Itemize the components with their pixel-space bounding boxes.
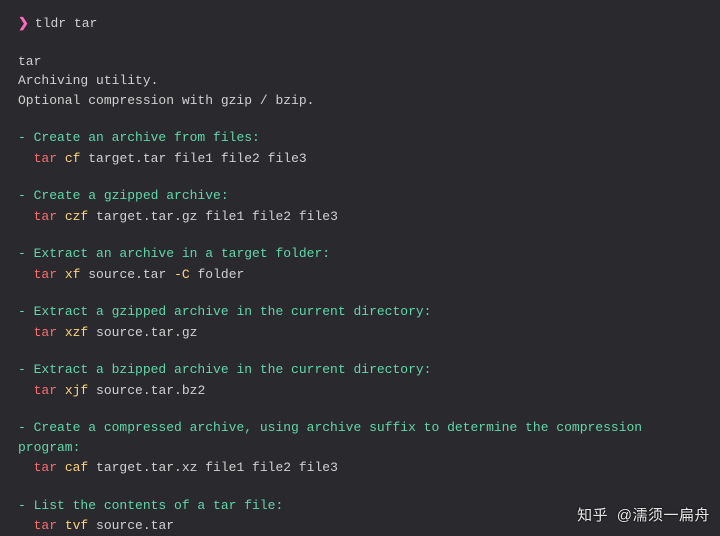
entry-example: tar xf source.tar -C folder (18, 265, 702, 285)
tldr-entry: - Create a gzipped archive:tar czf targe… (18, 186, 702, 226)
example-flag: xf (65, 267, 81, 282)
example-flag: -C (174, 267, 190, 282)
entry-example: tar cf target.tar file1 file2 file3 (18, 149, 702, 169)
example-flag: tvf (65, 518, 88, 533)
example-args: folder (197, 267, 244, 282)
tldr-entry: - Extract an archive in a target folder:… (18, 244, 702, 284)
entry-example: tar xjf source.tar.bz2 (18, 381, 702, 401)
command-name: tar (18, 52, 702, 72)
example-command: tar (34, 325, 57, 340)
tldr-entry: - Create a compressed archive, using arc… (18, 418, 702, 478)
example-args: source.tar.gz (96, 325, 197, 340)
entry-example: tar czf target.tar.gz file1 file2 file3 (18, 207, 702, 227)
watermark: 知乎 @濡须一扁舟 (577, 505, 710, 528)
example-flag: caf (65, 460, 88, 475)
example-command: tar (34, 383, 57, 398)
prompt-symbol: ❯ (18, 16, 29, 31)
example-flag: xjf (65, 383, 88, 398)
tldr-entry: - Create an archive from files:tar cf ta… (18, 128, 702, 168)
example-command: tar (34, 518, 57, 533)
example-args: target.tar file1 file2 file3 (88, 151, 306, 166)
example-flag: xzf (65, 325, 88, 340)
example-command: tar (34, 267, 57, 282)
entry-description: - Extract a bzipped archive in the curre… (18, 360, 702, 380)
example-command: tar (34, 460, 57, 475)
entry-example: tar xzf source.tar.gz (18, 323, 702, 343)
example-command: tar (34, 209, 57, 224)
command-summary-2: Optional compression with gzip / bzip. (18, 91, 702, 111)
example-args: source.tar (88, 267, 166, 282)
example-args: source.tar.bz2 (96, 383, 205, 398)
example-args: source.tar (96, 518, 174, 533)
entry-description: - Create an archive from files: (18, 128, 702, 148)
entry-description: - Create a compressed archive, using arc… (18, 418, 702, 457)
tldr-entry: - Extract a bzipped archive in the curre… (18, 360, 702, 400)
entry-description: - Create a gzipped archive: (18, 186, 702, 206)
entry-description: - Extract a gzipped archive in the curre… (18, 302, 702, 322)
example-args: target.tar.xz file1 file2 file3 (96, 460, 338, 475)
example-args: target.tar.gz file1 file2 file3 (96, 209, 338, 224)
entry-description: - Extract an archive in a target folder: (18, 244, 702, 264)
command-summary-1: Archiving utility. (18, 71, 702, 91)
tldr-entry: - Extract a gzipped archive in the curre… (18, 302, 702, 342)
prompt-line[interactable]: ❯ tldr tar (18, 14, 702, 34)
prompt-command: tldr tar (35, 16, 97, 31)
entry-example: tar caf target.tar.xz file1 file2 file3 (18, 458, 702, 478)
watermark-source: 知乎 (577, 507, 608, 524)
example-flag: czf (65, 209, 88, 224)
watermark-handle: @濡须一扁舟 (617, 507, 710, 524)
example-flag: cf (65, 151, 81, 166)
example-command: tar (34, 151, 57, 166)
tldr-output: tar Archiving utility. Optional compress… (18, 52, 702, 536)
